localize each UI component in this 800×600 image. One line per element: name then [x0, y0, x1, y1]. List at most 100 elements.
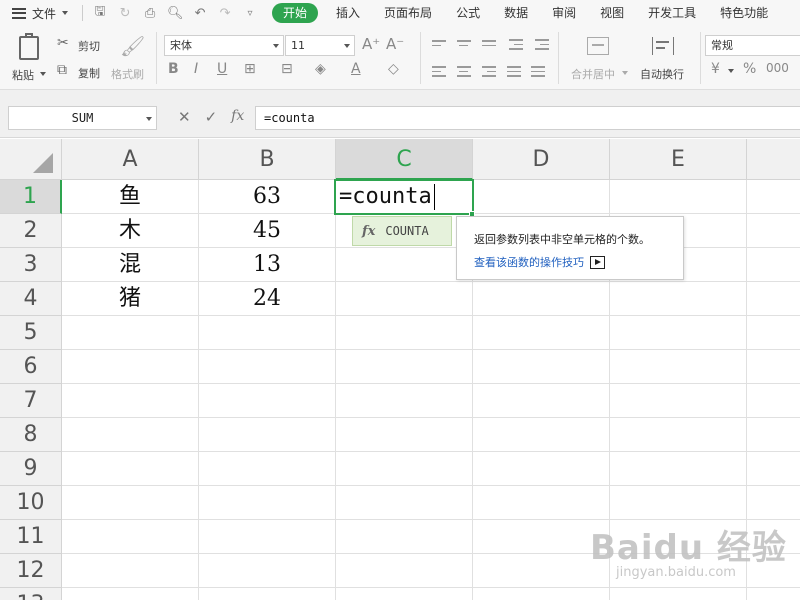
- brush-icon[interactable]: 🖌︎: [120, 34, 145, 58]
- chevron-down-icon[interactable]: [728, 69, 734, 73]
- format-painter-button[interactable]: 格式刷: [111, 66, 144, 82]
- row-header-3[interactable]: 3: [0, 248, 62, 282]
- row-header-7[interactable]: 7: [0, 384, 62, 418]
- cell-a13[interactable]: [62, 588, 199, 600]
- distributed-icon[interactable]: [531, 66, 545, 80]
- increase-indent-icon[interactable]: [535, 39, 549, 53]
- column-header-d[interactable]: D: [473, 139, 610, 180]
- cell-c7[interactable]: [336, 384, 473, 418]
- paste-button[interactable]: 粘贴: [12, 67, 34, 83]
- cell-f2[interactable]: [747, 214, 800, 248]
- cell-c4[interactable]: [336, 282, 473, 316]
- tab-developer[interactable]: 开发工具: [636, 3, 708, 23]
- cell-d4[interactable]: [473, 282, 610, 316]
- cell-b2[interactable]: 45: [199, 214, 336, 248]
- cell-c12[interactable]: [336, 554, 473, 588]
- row-header-5[interactable]: 5: [0, 316, 62, 350]
- justify-icon[interactable]: [507, 66, 521, 80]
- column-header-c[interactable]: C: [336, 139, 473, 180]
- cell-e9[interactable]: [610, 452, 747, 486]
- align-top-icon[interactable]: [432, 40, 446, 49]
- row-header-10[interactable]: 10: [0, 486, 62, 520]
- cell-a2[interactable]: 木: [62, 214, 199, 248]
- tab-special-features[interactable]: 特色功能: [708, 3, 780, 23]
- customize-toolbar-icon[interactable]: ▿: [242, 8, 258, 19]
- cell-f6[interactable]: [747, 350, 800, 384]
- row-header-1[interactable]: 1: [0, 180, 62, 214]
- cell-a12[interactable]: [62, 554, 199, 588]
- thousands-separator-icon[interactable]: 000: [766, 61, 789, 75]
- decrease-font-icon[interactable]: A⁻: [386, 35, 404, 53]
- copy-icon[interactable]: ⧉: [57, 62, 67, 78]
- cell-a6[interactable]: [62, 350, 199, 384]
- bold-icon[interactable]: B: [168, 61, 179, 77]
- fill-pattern-icon[interactable]: ⊟: [281, 61, 293, 77]
- cell-b10[interactable]: [199, 486, 336, 520]
- scissors-icon[interactable]: ✂: [57, 35, 69, 51]
- cell-e6[interactable]: [610, 350, 747, 384]
- tab-page-layout[interactable]: 页面布局: [372, 3, 444, 23]
- cell-b5[interactable]: [199, 316, 336, 350]
- cell-c9[interactable]: [336, 452, 473, 486]
- cell-d7[interactable]: [473, 384, 610, 418]
- font-size-select[interactable]: 11: [285, 35, 355, 56]
- function-help-link[interactable]: 查看该函数的操作技巧: [474, 254, 683, 270]
- row-header-11[interactable]: 11: [0, 520, 62, 554]
- cell-c10[interactable]: [336, 486, 473, 520]
- cell-b12[interactable]: [199, 554, 336, 588]
- cell-d10[interactable]: [473, 486, 610, 520]
- tab-view[interactable]: 视图: [588, 3, 636, 23]
- tab-insert[interactable]: 插入: [324, 3, 372, 23]
- cell-d9[interactable]: [473, 452, 610, 486]
- confirm-icon[interactable]: ✓: [205, 108, 218, 126]
- currency-icon[interactable]: ¥: [711, 61, 720, 77]
- cell-d8[interactable]: [473, 418, 610, 452]
- merge-center-button[interactable]: 合并居中: [571, 66, 615, 82]
- cell-b7[interactable]: [199, 384, 336, 418]
- chevron-down-icon[interactable]: [146, 117, 152, 121]
- cell-c13[interactable]: [336, 588, 473, 600]
- cell-b1[interactable]: 63: [199, 180, 336, 214]
- cell-b8[interactable]: [199, 418, 336, 452]
- fill-color-icon[interactable]: ◈: [315, 61, 326, 77]
- cell-e8[interactable]: [610, 418, 747, 452]
- cell-a4[interactable]: 猪: [62, 282, 199, 316]
- decrease-indent-icon[interactable]: [509, 39, 523, 53]
- cell-b3[interactable]: 13: [199, 248, 336, 282]
- cancel-icon[interactable]: ✕: [178, 108, 191, 126]
- cell-a5[interactable]: [62, 316, 199, 350]
- cut-button[interactable]: 剪切: [78, 38, 100, 54]
- cell-a11[interactable]: [62, 520, 199, 554]
- align-bottom-icon[interactable]: [482, 40, 496, 49]
- cell-c8[interactable]: [336, 418, 473, 452]
- cell-e1[interactable]: [610, 180, 747, 214]
- row-header-6[interactable]: 6: [0, 350, 62, 384]
- cell-c5[interactable]: [336, 316, 473, 350]
- cell-e5[interactable]: [610, 316, 747, 350]
- tab-home[interactable]: 开始: [272, 3, 319, 23]
- border-icon[interactable]: ⊞: [244, 61, 256, 77]
- undo-history-icon[interactable]: ↻: [117, 6, 133, 21]
- column-header-a[interactable]: A: [62, 139, 199, 180]
- formula-input[interactable]: =counta: [255, 106, 800, 130]
- cell-a8[interactable]: [62, 418, 199, 452]
- cell-a9[interactable]: [62, 452, 199, 486]
- row-header-13[interactable]: 13: [0, 588, 62, 600]
- cell-c3[interactable]: [336, 248, 473, 282]
- row-header-9[interactable]: 9: [0, 452, 62, 486]
- cell-c6[interactable]: [336, 350, 473, 384]
- row-header-12[interactable]: 12: [0, 554, 62, 588]
- file-menu[interactable]: 文件: [12, 5, 69, 22]
- cell-b13[interactable]: [199, 588, 336, 600]
- cell-f5[interactable]: [747, 316, 800, 350]
- underline-icon[interactable]: U: [217, 61, 227, 77]
- redo-icon[interactable]: ↷: [217, 6, 233, 21]
- merge-center-icon[interactable]: [587, 37, 609, 55]
- chevron-down-icon[interactable]: [622, 71, 628, 75]
- row-header-4[interactable]: 4: [0, 282, 62, 316]
- cell-f9[interactable]: [747, 452, 800, 486]
- cell-f13[interactable]: [747, 588, 800, 600]
- cell-f4[interactable]: [747, 282, 800, 316]
- paste-icon[interactable]: [19, 33, 39, 60]
- cell-e10[interactable]: [610, 486, 747, 520]
